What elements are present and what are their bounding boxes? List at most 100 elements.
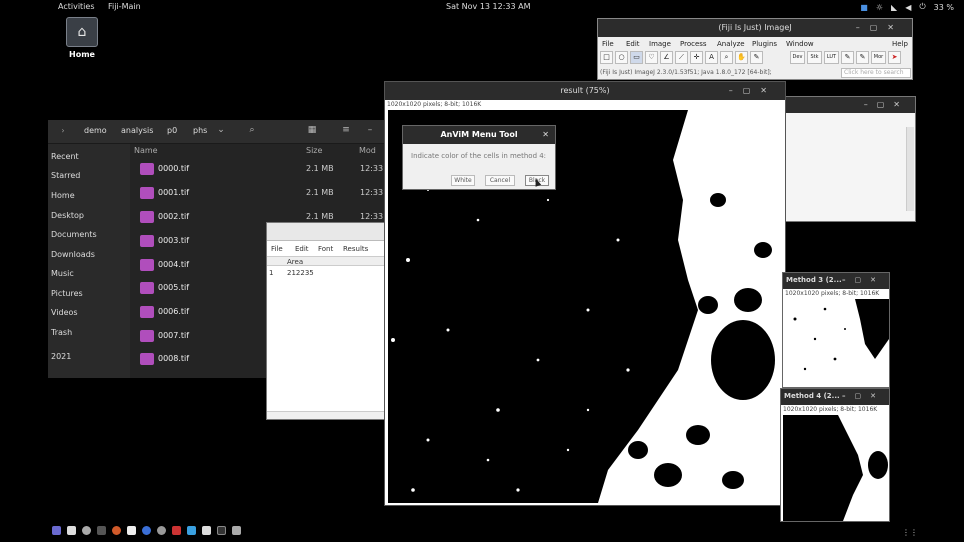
column-header-area[interactable]: Area	[287, 258, 303, 266]
minimize-icon[interactable]: –	[362, 125, 378, 139]
dialog-title-bar[interactable]: AnViM Menu Tool ✕	[403, 126, 555, 144]
app-icon[interactable]	[67, 526, 76, 535]
breadcrumb-demo[interactable]: demo	[84, 126, 107, 135]
method3-image[interactable]	[785, 299, 889, 387]
sidebar-item-music[interactable]: Music	[51, 269, 74, 278]
white-button[interactable]: White	[451, 175, 475, 186]
results-menu-file[interactable]: File	[271, 245, 283, 253]
freehand-tool-icon[interactable]: ♡	[645, 51, 658, 64]
terminal-icon[interactable]	[217, 526, 226, 535]
horizontal-scrollbar[interactable]	[267, 411, 387, 419]
app-icon[interactable]	[52, 526, 61, 535]
angle-tool-icon[interactable]: ∠	[660, 51, 673, 64]
results-menu-results[interactable]: Results	[343, 245, 368, 253]
hand-tool-icon[interactable]: ✋	[735, 51, 748, 64]
app-icon[interactable]	[82, 526, 91, 535]
oval-tool-icon[interactable]: ○	[615, 51, 628, 64]
pencil-tool-icon[interactable]: ✎	[841, 51, 854, 64]
sidebar-item-home[interactable]: Home	[51, 191, 75, 200]
stack-tool-icon[interactable]: Stk	[807, 51, 822, 64]
breadcrumb-analysis[interactable]: analysis	[121, 126, 153, 135]
app-icon[interactable]	[157, 526, 166, 535]
app-grid-icon[interactable]: ⋮⋮	[902, 528, 918, 537]
search-icon[interactable]: ⌕	[244, 125, 260, 139]
window-controls[interactable]: –▢✕	[729, 82, 777, 100]
file-row[interactable]: 0001.tif 2.1 MB 12:33	[138, 184, 384, 202]
sidebar-item-recent[interactable]: Recent	[51, 152, 79, 161]
app-icon[interactable]	[112, 526, 121, 535]
column-header-modified[interactable]: Mod	[359, 146, 376, 155]
app-icon[interactable]	[202, 526, 211, 535]
sidebar-item-trash[interactable]: Trash	[51, 328, 72, 337]
imagej-title-bar[interactable]: (Fiji Is Just) ImageJ –▢✕	[598, 19, 912, 37]
line-tool-icon[interactable]: ⟋	[675, 51, 688, 64]
menu-icon[interactable]: ≡	[338, 125, 354, 139]
chevron-down-icon[interactable]: ⌄	[213, 125, 229, 139]
sidebar-item-pictures[interactable]: Pictures	[51, 289, 83, 298]
rectangle-tool-icon[interactable]: □	[600, 51, 613, 64]
sidebar-item-videos[interactable]: Videos	[51, 308, 78, 317]
lut-tool-icon[interactable]: LUT	[824, 51, 839, 64]
window-controls[interactable]: –▢✕	[856, 19, 904, 37]
search-input[interactable]: Click here to search	[841, 68, 911, 78]
color-picker-icon[interactable]: ✎	[750, 51, 763, 64]
results-title-bar[interactable]	[267, 223, 385, 241]
menu-window[interactable]: Window	[786, 40, 814, 48]
sidebar-item-documents[interactable]: Documents	[51, 230, 97, 239]
app-menu[interactable]: Fiji-Main	[108, 2, 141, 11]
clock[interactable]: Sat Nov 13 12:33 AM	[446, 2, 531, 11]
method3-title-bar[interactable]: Method 3 (2... –▢✕	[783, 273, 889, 289]
app-icon[interactable]	[127, 526, 136, 535]
results-menu-font[interactable]: Font	[318, 245, 333, 253]
results-menu-edit[interactable]: Edit	[295, 245, 309, 253]
sidebar-item-2021[interactable]: 2021	[51, 352, 71, 361]
activities-button[interactable]: Activities	[58, 2, 95, 11]
menu-analyze[interactable]: Analyze	[717, 40, 745, 48]
menu-edit[interactable]: Edit	[626, 40, 640, 48]
vertical-scrollbar[interactable]	[906, 127, 914, 211]
back-icon[interactable]: ›	[54, 126, 72, 139]
grid-view-icon[interactable]: ▦	[304, 125, 320, 139]
menu-help[interactable]: Help	[892, 40, 908, 48]
image-file-icon	[140, 259, 154, 271]
zoom-tool-icon[interactable]: ⌕	[720, 51, 733, 64]
cancel-button[interactable]: Cancel	[485, 175, 515, 186]
breadcrumb-p0[interactable]: p0	[167, 126, 177, 135]
system-tray[interactable]: ■ ☼ ◣ ◀ ⏻ 33 %	[860, 2, 954, 12]
background-window: –▢✕	[778, 96, 916, 222]
sidebar-item-downloads[interactable]: Downloads	[51, 250, 95, 259]
more-tools-icon[interactable]: ➤	[888, 51, 901, 64]
dev-tool-icon[interactable]: Dev	[790, 51, 805, 64]
image-file-icon	[140, 306, 154, 318]
menu-process[interactable]: Process	[680, 40, 707, 48]
sidebar-item-starred[interactable]: Starred	[51, 171, 80, 180]
brush-tool-icon[interactable]: ✎	[856, 51, 869, 64]
column-header-size[interactable]: Size	[306, 146, 322, 155]
app-icon[interactable]	[232, 526, 241, 535]
method4-image[interactable]	[783, 415, 889, 521]
point-tool-icon[interactable]: ✛	[690, 51, 703, 64]
polygon-tool-icon[interactable]: ▭	[630, 51, 643, 64]
menu-file[interactable]: File	[602, 40, 614, 48]
window-controls[interactable]: –▢✕	[842, 392, 885, 400]
app-icon[interactable]	[142, 526, 151, 535]
result-title-bar[interactable]: result (75%) –▢✕	[385, 82, 785, 100]
text-tool-icon[interactable]: A	[705, 51, 718, 64]
sidebar-item-desktop[interactable]: Desktop	[51, 211, 84, 220]
home-folder-icon[interactable]: ⌂	[66, 17, 98, 47]
window-controls[interactable]: –▢✕	[864, 100, 909, 109]
menu-image[interactable]: Image	[649, 40, 671, 48]
breadcrumb-phs[interactable]: phs	[193, 126, 207, 135]
close-icon[interactable]: ✕	[542, 126, 549, 144]
fiji-app-icon[interactable]	[187, 526, 196, 535]
background-window-title-bar[interactable]: –▢✕	[779, 97, 915, 113]
morph-tool-icon[interactable]: Mor	[871, 51, 886, 64]
menu-plugins[interactable]: Plugins	[752, 40, 777, 48]
method4-title-bar[interactable]: Method 4 (2... –▢✕	[781, 389, 889, 405]
app-icon[interactable]	[97, 526, 106, 535]
column-header-name[interactable]: Name	[134, 146, 158, 155]
app-icon[interactable]	[172, 526, 181, 535]
file-row[interactable]: 0000.tif 2.1 MB 12:33	[138, 160, 384, 178]
table-cell-area[interactable]: 212235	[287, 269, 314, 277]
window-controls[interactable]: –▢✕	[842, 276, 885, 284]
